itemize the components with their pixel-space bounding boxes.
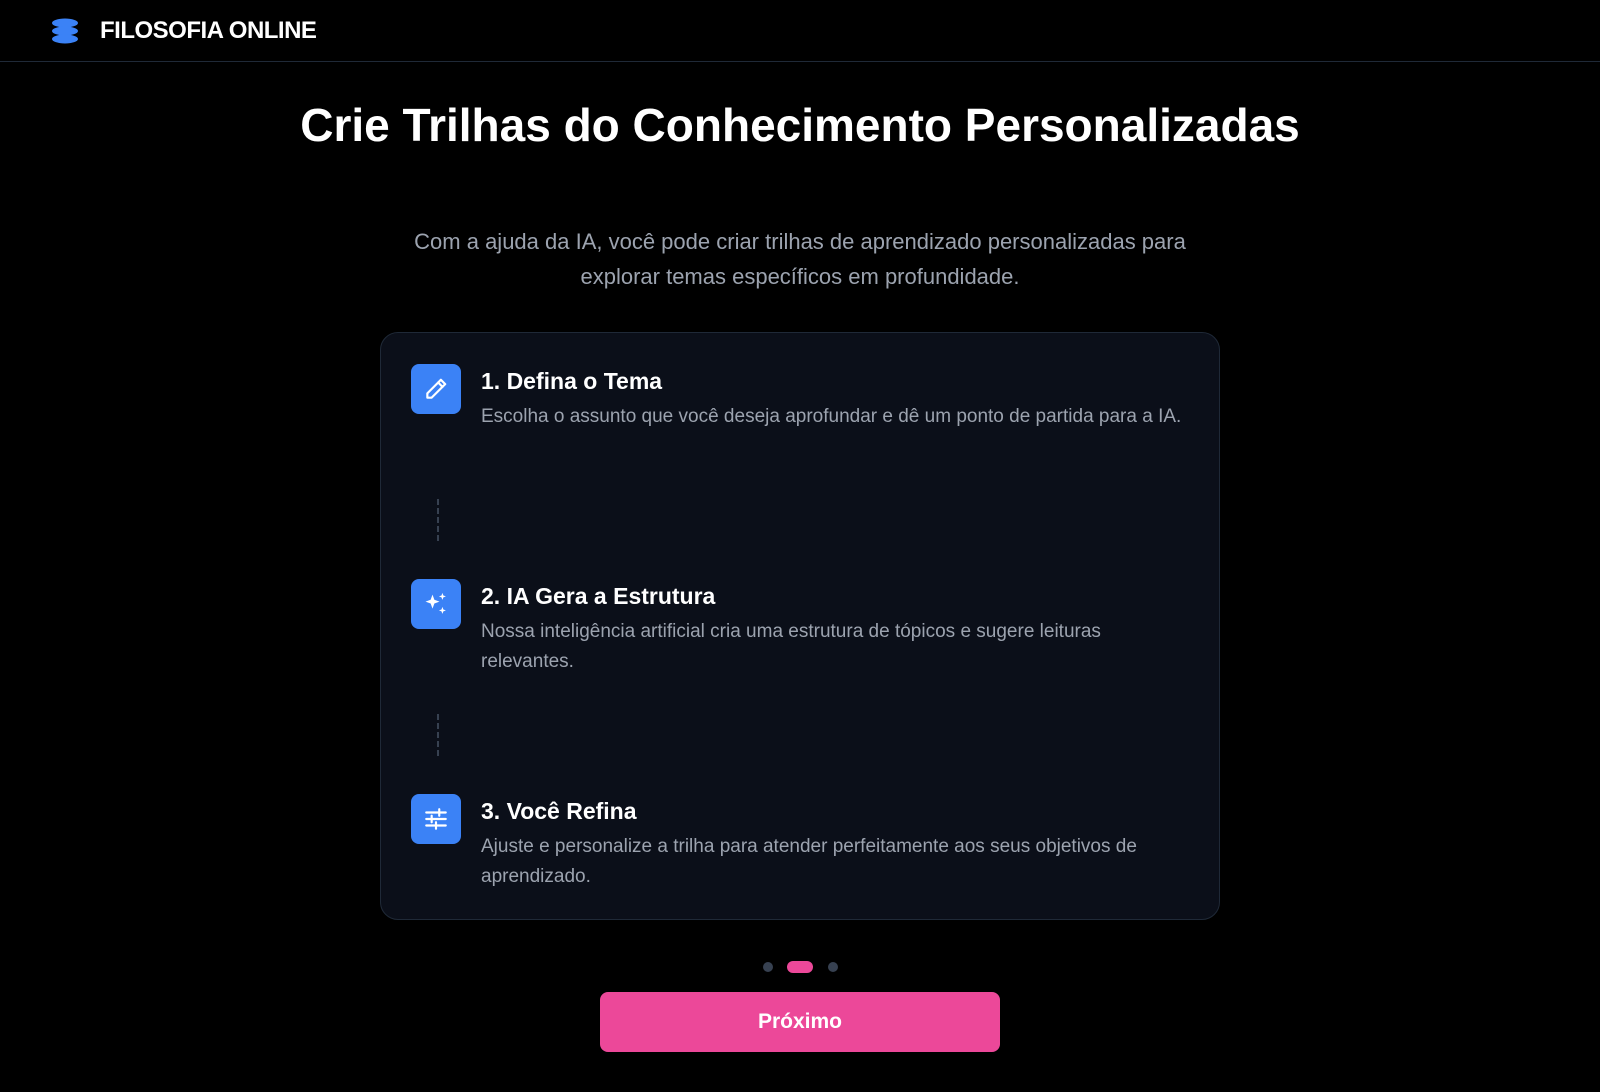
page-title: Crie Trilhas do Conhecimento Personaliza… <box>300 99 1300 151</box>
step-description: Escolha o assunto que você deseja aprofu… <box>481 406 1182 427</box>
pager-dot-3[interactable] <box>828 962 838 972</box>
step-title: 1. Defina o Tema <box>481 368 663 394</box>
step-title: 3. Você Refina <box>481 798 637 824</box>
pager-dot-1[interactable] <box>763 962 773 972</box>
brand-name[interactable]: FILOSOFIA ONLINE <box>100 17 317 45</box>
top-bar: FILOSOFIA ONLINE <box>0 0 1600 62</box>
step-define-theme: 1. Defina o Tema Escolha o assunto que v… <box>411 364 1191 464</box>
step-connector <box>437 499 439 541</box>
step-ai-structure: 2. IA Gera a Estrutura Nossa inteligênci… <box>411 579 1191 679</box>
step-connector <box>437 714 439 756</box>
pagination-dots <box>0 959 1600 973</box>
pencil-icon <box>411 364 461 414</box>
sliders-icon <box>411 794 461 844</box>
sparkles-icon <box>411 579 461 629</box>
step-title: 2. IA Gera a Estrutura <box>481 583 716 609</box>
next-button[interactable]: Próximo <box>600 992 1000 1052</box>
stack-icon <box>51 18 79 44</box>
page-subtitle: Com a ajuda da IA, você pode criar trilh… <box>414 229 1186 289</box>
pager-dot-2-active[interactable] <box>787 961 813 973</box>
step-you-refine: 3. Você Refina Ajuste e personalize a tr… <box>411 794 1191 894</box>
step-description: Ajuste e personalize a trilha para atend… <box>481 836 1137 887</box>
steps-card: 1. Defina o Tema Escolha o assunto que v… <box>380 332 1220 920</box>
step-description: Nossa inteligência artificial cria uma e… <box>481 621 1101 672</box>
